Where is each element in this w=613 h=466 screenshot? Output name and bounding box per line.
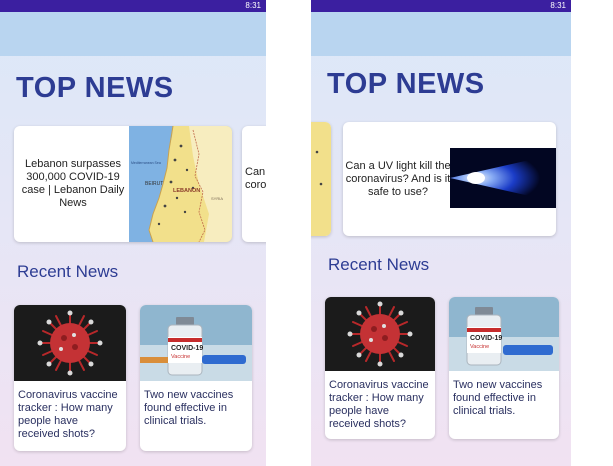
covid-vaccine-image: COVID-19 Vaccine xyxy=(140,305,252,381)
lebanon-map-image: BEIRUT Mediterranean Sea LEBANON SYRIA xyxy=(129,126,232,242)
map-label-sea: Mediterranean Sea xyxy=(131,161,161,165)
vial-label-line1: COVID-19 xyxy=(171,345,203,352)
status-time: 8:31 xyxy=(245,1,261,10)
map-label-lebanon: LEBANON xyxy=(173,188,200,194)
uv-light-image xyxy=(450,148,556,208)
app-bar xyxy=(311,12,571,56)
carousel-card-partial[interactable] xyxy=(311,122,331,236)
coronavirus-image xyxy=(325,297,435,371)
phone-screen-right: 8:31 TOP NEWS Can a UV light kill the co… xyxy=(311,0,571,466)
status-time: 8:31 xyxy=(550,1,566,10)
map-label-syria: SYRIA xyxy=(211,196,223,201)
carousel-card[interactable]: Lebanon surpasses 300,000 COVID-19 case … xyxy=(14,126,232,242)
carousel-card-partial[interactable]: Can coro xyxy=(242,126,266,242)
map-label-beirut: BEIRUT xyxy=(145,181,163,187)
status-bar: 8:31 xyxy=(311,0,571,12)
lebanon-map-image-partial xyxy=(311,122,331,236)
recent-news-title: Recent News xyxy=(17,262,119,281)
recent-news-card-title: Two new vaccines found effective in clin… xyxy=(453,379,543,417)
recent-news-card[interactable]: Coronavirus vaccine tracker : How many p… xyxy=(325,297,435,439)
recent-news-card-title: Two new vaccines found effective in clin… xyxy=(144,389,234,427)
recent-news-card[interactable]: COVID-19 Vaccine Two new vaccines found … xyxy=(449,297,559,439)
vial-label-line2: Vaccine xyxy=(470,344,489,350)
carousel-card-title: Can a UV light kill the coronavirus? And… xyxy=(345,160,451,198)
vial-label-line1: COVID-19 xyxy=(470,335,502,342)
recent-news-card[interactable]: Coronavirus vaccine tracker : How many p… xyxy=(14,305,126,451)
vial-label-line2: Vaccine xyxy=(171,354,190,360)
top-news-title: TOP NEWS xyxy=(16,72,174,104)
top-news-title: TOP NEWS xyxy=(327,68,485,100)
carousel-card-title: Lebanon surpasses 300,000 COVID-19 case … xyxy=(21,158,125,209)
carousel-card-title-partial: Can coro xyxy=(245,166,266,191)
carousel-card[interactable]: Can a UV light kill the coronavirus? And… xyxy=(343,122,556,236)
recent-news-card-title: Coronavirus vaccine tracker : How many p… xyxy=(18,389,118,440)
phone-screen-left: 8:31 TOP NEWS Lebanon surpasses 300,000 … xyxy=(0,0,266,466)
recent-news-card[interactable]: COVID-19 Vaccine Two new vaccines found … xyxy=(140,305,252,451)
recent-news-card-title: Coronavirus vaccine tracker : How many p… xyxy=(329,379,429,430)
recent-news-title: Recent News xyxy=(328,255,430,274)
covid-vaccine-image: COVID-19 Vaccine xyxy=(449,297,559,371)
app-bar xyxy=(0,12,266,56)
coronavirus-image xyxy=(14,305,126,381)
status-bar: 8:31 xyxy=(0,0,266,12)
